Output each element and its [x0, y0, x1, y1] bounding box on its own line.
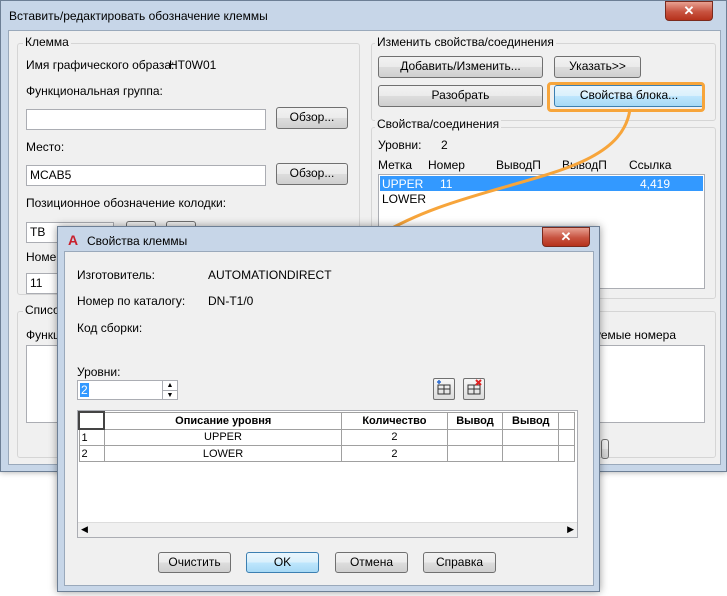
- header-desc[interactable]: Описание уровня: [103, 411, 343, 430]
- window-title: Вставить/редактировать обозначение клемм…: [9, 9, 268, 23]
- location-label: Место:: [26, 140, 65, 154]
- dialog-close-button[interactable]: ✕: [542, 227, 590, 247]
- terminal-props-dialog: A Свойства клеммы ✕ Изготовитель: AUTOMA…: [57, 226, 600, 592]
- used-numbers-label: уемые номера: [595, 328, 676, 342]
- spin-up-icon[interactable]: ▲: [162, 381, 177, 390]
- levels-grid: Описание уровня Количество Вывод Вывод 1…: [78, 411, 575, 462]
- main-partial-button[interactable]: [601, 439, 609, 459]
- levels-table[interactable]: Описание уровня Количество Вывод Вывод 1…: [77, 410, 578, 538]
- close-button[interactable]: ✕: [665, 1, 713, 21]
- row-desc[interactable]: LOWER: [103, 445, 343, 462]
- clear-button[interactable]: Очистить: [158, 552, 231, 573]
- levels-spinner-value: 2: [80, 383, 89, 397]
- table-row[interactable]: 1 UPPER 2: [78, 428, 575, 446]
- catalog-value: DN-T1/0: [208, 294, 254, 308]
- pick-button[interactable]: Указать>>: [554, 56, 641, 78]
- manufacturer-label: Изготовитель:: [77, 268, 155, 282]
- assembly-label: Код сборки:: [77, 321, 143, 335]
- dialog-levels-label: Уровни:: [77, 365, 121, 379]
- location-input[interactable]: MCAB5: [26, 165, 266, 186]
- row-index: 2: [78, 445, 105, 462]
- browse-function-button[interactable]: Обзор...: [276, 107, 348, 129]
- row-extra[interactable]: [558, 445, 575, 462]
- header-extra[interactable]: [558, 411, 575, 430]
- header-pin2[interactable]: Вывод: [502, 411, 560, 430]
- add-change-button[interactable]: Добавить/Изменить...: [378, 56, 543, 78]
- manufacturer-value: AUTOMATIONDIRECT: [208, 268, 332, 282]
- horizontal-scrollbar[interactable]: ◀ ▶: [78, 522, 577, 537]
- graphic-name-value: HT0W01: [169, 58, 217, 72]
- table-row[interactable]: 2 LOWER 2: [78, 445, 575, 462]
- terminal-group-legend: Клемма: [23, 35, 71, 49]
- function-group-input[interactable]: [26, 109, 266, 130]
- header-pin1[interactable]: Вывод: [446, 411, 504, 430]
- cancel-button[interactable]: Отмена: [335, 552, 408, 573]
- browse-location-button[interactable]: Обзор...: [276, 163, 348, 185]
- row-qty[interactable]: 2: [341, 445, 448, 462]
- row-pin1[interactable]: [446, 445, 504, 462]
- autocad-icon: A: [68, 232, 79, 248]
- change-props-legend: Изменить свойства/соединения: [375, 35, 556, 49]
- help-button[interactable]: Справка: [423, 552, 496, 573]
- disassemble-button[interactable]: Разобрать: [378, 85, 543, 107]
- row-pin1[interactable]: [446, 428, 504, 446]
- row-pin2[interactable]: [502, 445, 560, 462]
- insert-row-icon[interactable]: [433, 378, 455, 400]
- row-desc[interactable]: UPPER: [103, 428, 343, 446]
- row-index: 1: [78, 428, 105, 446]
- grid-header: Описание уровня Количество Вывод Вывод: [78, 411, 575, 430]
- grid-corner[interactable]: [78, 411, 106, 430]
- strip-label: Позиционное обозначение колодки:: [26, 196, 227, 210]
- function-list-label: Функц: [26, 328, 60, 342]
- row-extra[interactable]: [558, 428, 575, 446]
- spin-down-icon[interactable]: ▼: [162, 390, 177, 400]
- ok-button[interactable]: OK: [246, 552, 319, 573]
- row-qty[interactable]: 2: [341, 428, 448, 446]
- delete-row-icon[interactable]: [463, 378, 485, 400]
- function-group-label: Функциональная группа:: [26, 84, 163, 98]
- scroll-right-icon[interactable]: ▶: [567, 524, 574, 535]
- scroll-left-icon[interactable]: ◀: [81, 524, 88, 535]
- graphic-name-label: Имя графического образа:: [26, 58, 175, 72]
- row-pin2[interactable]: [502, 428, 560, 446]
- dialog-title: Свойства клеммы: [87, 234, 188, 248]
- levels-spinner[interactable]: 2 ▲ ▼: [77, 380, 178, 400]
- catalog-label: Номер по каталогу:: [77, 294, 186, 308]
- dialog-body: Изготовитель: AUTOMATIONDIRECT Номер по …: [64, 251, 594, 586]
- used-numbers-list[interactable]: [595, 345, 705, 423]
- header-qty[interactable]: Количество: [341, 411, 448, 430]
